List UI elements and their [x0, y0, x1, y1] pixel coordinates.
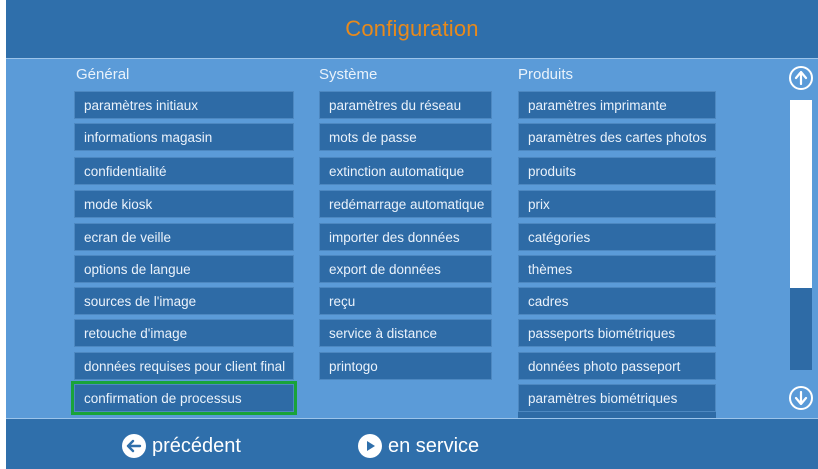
menu-item-parametres-biometriques[interactable]: paramètres biométriques — [518, 384, 716, 412]
menu-item-categories[interactable]: catégories — [518, 223, 716, 251]
column-header-general: Général — [76, 66, 130, 83]
service-label: en service — [388, 434, 480, 457]
back-button[interactable]: précédent — [122, 431, 241, 461]
footer-bar: précédent en service — [6, 418, 818, 469]
menu-item-donnees-photo-passeport[interactable]: données photo passeport — [518, 352, 716, 380]
service-button[interactable]: en service — [358, 431, 479, 461]
menu-item-informations-magasin[interactable]: informations magasin — [74, 123, 294, 151]
menu-item-service-a-distance[interactable]: service à distance — [319, 319, 492, 347]
back-label: précédent — [152, 434, 241, 457]
arrow-left-circle-icon — [122, 434, 146, 458]
menu-item-extinction-automatique[interactable]: extinction automatique — [319, 157, 492, 185]
page-title: Configuration — [345, 16, 479, 41]
arrow-down-circle-icon — [794, 391, 808, 405]
menu-item-importer-des-donnees[interactable]: importer des données — [319, 223, 492, 251]
scrollbar-track[interactable] — [790, 100, 812, 370]
menu-item-prix[interactable]: prix — [518, 190, 716, 218]
menu-item-recu[interactable]: reçu — [319, 287, 492, 315]
menu-item-confirmation-de-processus[interactable]: confirmation de processus — [71, 381, 297, 415]
arrow-up-circle-icon — [794, 71, 808, 85]
menu-item-mode-kiosk[interactable]: mode kiosk — [74, 190, 294, 218]
configuration-screen: Configuration Général Système Produits p… — [6, 0, 818, 469]
scroll-down-button[interactable] — [789, 386, 813, 410]
menu-item-passeports-biometriques[interactable]: passeports biométriques — [518, 319, 716, 347]
column-header-systeme: Système — [319, 66, 378, 83]
menu-item-mots-de-passe[interactable]: mots de passe — [319, 123, 492, 151]
menu-item-ecran-de-veille[interactable]: ecran de veille — [74, 223, 294, 251]
menu-item-parametres-imprimante[interactable]: paramètres imprimante — [518, 91, 716, 119]
menu-item-confidentialite[interactable]: confidentialité — [74, 157, 294, 185]
menu-item-parametres-du-reseau[interactable]: paramètres du réseau — [319, 91, 492, 119]
menu-item-options-de-langue[interactable]: options de langue — [74, 255, 294, 283]
menu-item-parametres-initiaux[interactable]: paramètres initiaux — [74, 91, 294, 119]
scrollbar-thumb[interactable] — [790, 288, 812, 370]
scroll-up-button[interactable] — [789, 66, 813, 90]
menu-item-cadres[interactable]: cadres — [518, 287, 716, 315]
menu-item-export-de-donnees[interactable]: export de données — [319, 255, 492, 283]
menu-item-themes[interactable]: thèmes — [518, 255, 716, 283]
play-circle-icon — [358, 434, 382, 458]
menu-item-parametres-cartes-photos[interactable]: paramètres des cartes photos — [518, 123, 716, 151]
menu-item-redemarrage-automatique[interactable]: redémarrage automatique — [319, 190, 492, 218]
menu-item-produits[interactable]: produits — [518, 157, 716, 185]
menu-item-printogo[interactable]: printogo — [319, 352, 492, 380]
menu-item-sources-de-l-image[interactable]: sources de l'image — [74, 287, 294, 315]
menu-item-donnees-requises[interactable]: données requises pour client final — [74, 352, 294, 380]
menu-item-retouche-d-image[interactable]: retouche d'image — [74, 319, 294, 347]
column-header-produits: Produits — [518, 66, 574, 83]
title-bar: Configuration — [6, 0, 818, 59]
